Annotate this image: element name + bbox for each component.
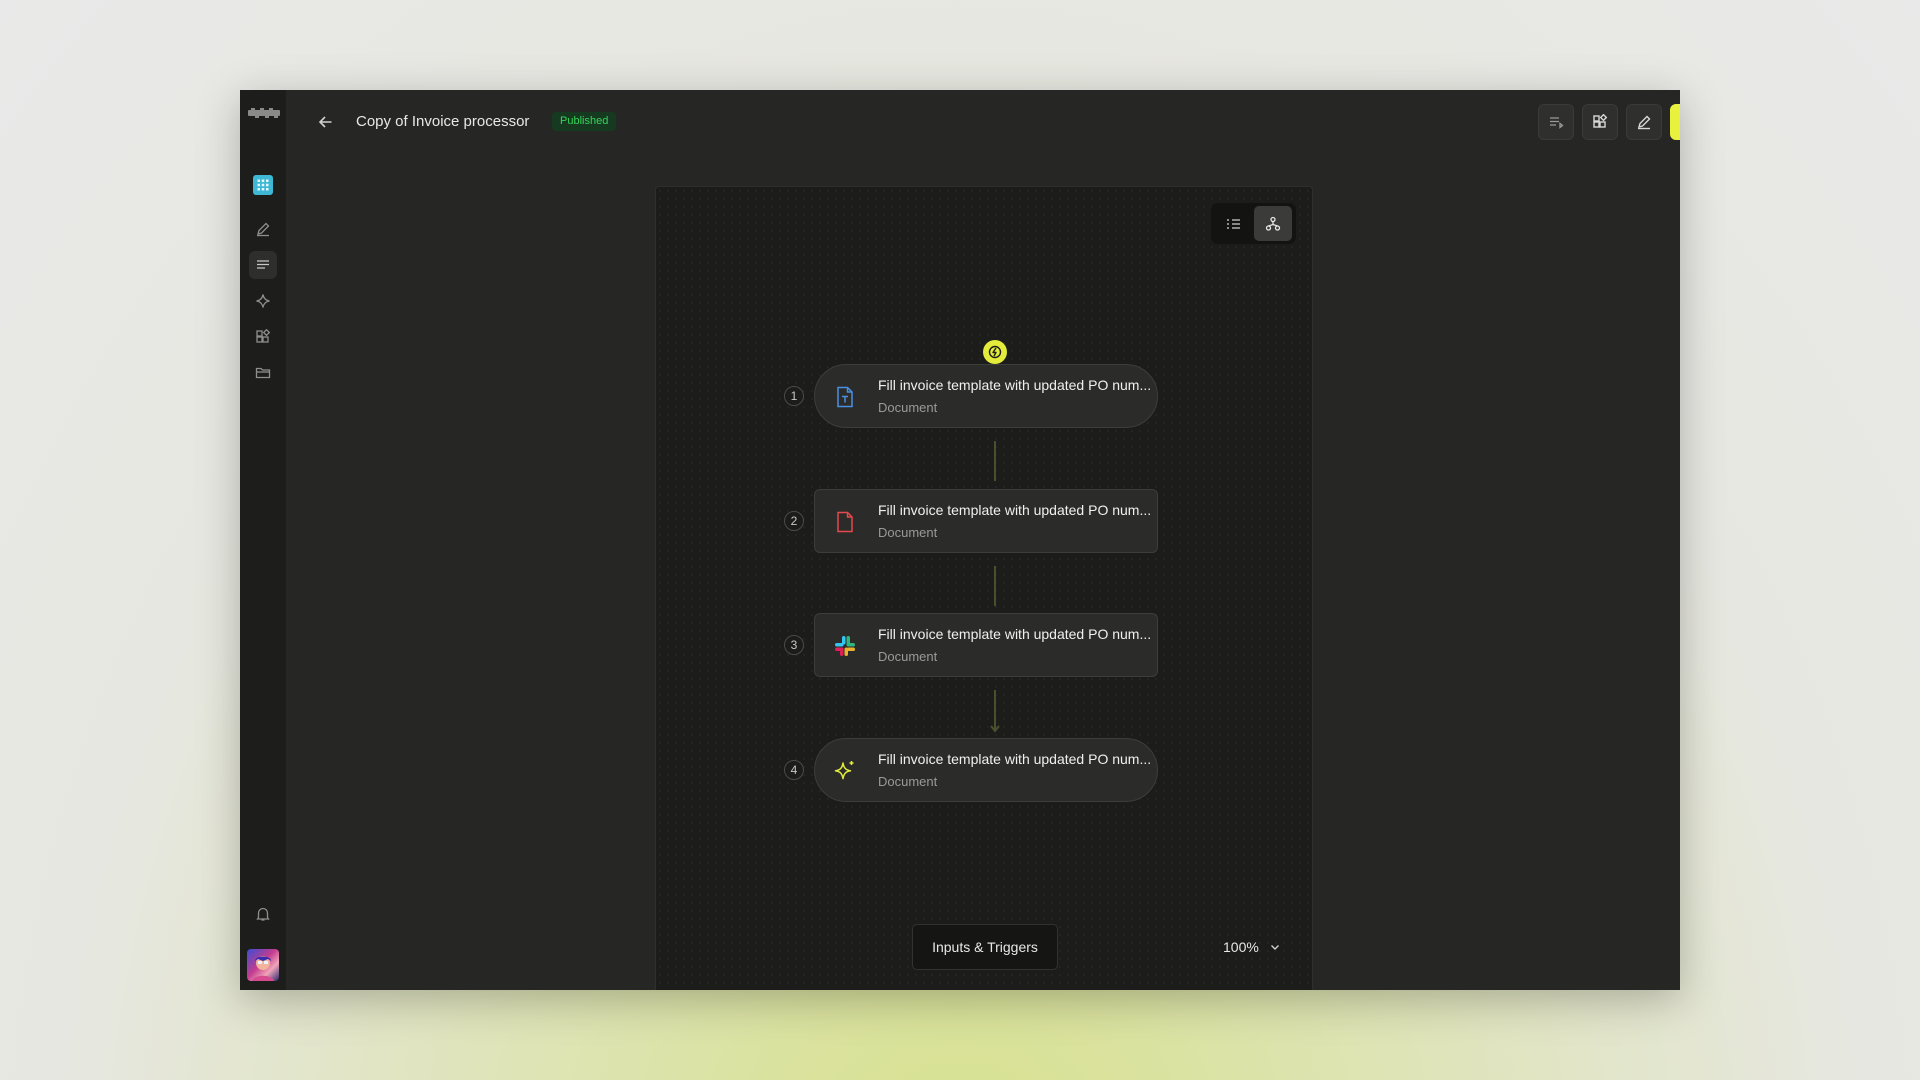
sidebar xyxy=(240,90,286,990)
logs-button[interactable] xyxy=(1538,104,1574,140)
step-title: Fill invoice template with updated PO nu… xyxy=(878,751,1152,767)
bell-icon xyxy=(256,907,270,921)
sparkle-icon xyxy=(256,294,270,308)
graph-view-button[interactable] xyxy=(1254,206,1292,241)
sidebar-item-list[interactable] xyxy=(249,251,277,279)
edit-button[interactable] xyxy=(1626,104,1662,140)
workflow-step-4[interactable]: Fill invoice template with updated PO nu… xyxy=(814,738,1158,802)
chevron-down-icon xyxy=(1270,945,1279,950)
step-title: Fill invoice template with updated PO nu… xyxy=(878,377,1152,393)
step-subtitle: Document xyxy=(878,400,938,415)
edit-icon xyxy=(1637,115,1651,130)
folder-icon xyxy=(255,367,271,379)
apps-button[interactable] xyxy=(1582,104,1618,140)
view-toggle xyxy=(1211,203,1296,244)
zoom-control[interactable]: 100% xyxy=(1223,935,1281,959)
avatar[interactable] xyxy=(247,949,279,981)
step-number: 4 xyxy=(784,760,804,780)
notifications-button[interactable] xyxy=(249,900,277,928)
inputs-triggers-button[interactable]: Inputs & Triggers xyxy=(912,924,1058,970)
step-title: Fill invoice template with updated PO nu… xyxy=(878,626,1152,642)
page-title: Copy of Invoice processor xyxy=(356,113,530,130)
step-subtitle: Document xyxy=(878,525,938,540)
lightning-icon xyxy=(988,345,1002,359)
apps-icon xyxy=(256,329,271,343)
pdf-file-icon xyxy=(837,511,853,533)
status-badge: Published xyxy=(552,112,617,131)
step-title: Fill invoice template with updated PO nu… xyxy=(878,502,1152,518)
ai-sparkle-icon xyxy=(834,761,854,780)
list-view-icon xyxy=(1227,218,1240,229)
step-number: 2 xyxy=(784,511,804,531)
logs-icon xyxy=(1550,117,1564,129)
logo-icon xyxy=(248,108,280,118)
workflow-canvas[interactable]: 1 Fill invoice template with updated PO … xyxy=(655,186,1313,990)
step-number: 1 xyxy=(784,386,804,406)
run-button[interactable] xyxy=(1670,104,1680,140)
document-text-icon xyxy=(837,386,853,408)
step-subtitle: Document xyxy=(878,774,938,789)
slack-icon xyxy=(835,636,855,656)
step-subtitle: Document xyxy=(878,649,938,664)
zoom-level: 100% xyxy=(1223,939,1259,955)
sidebar-item-edit[interactable] xyxy=(249,215,277,243)
grid-icon xyxy=(253,175,273,195)
pencil-icon xyxy=(257,222,270,237)
app-window: Copy of Invoice processor Published 1 Fi… xyxy=(240,90,1680,990)
sidebar-item-files[interactable] xyxy=(249,359,277,387)
avatar-image xyxy=(252,956,274,981)
connector-line xyxy=(994,441,996,481)
list-icon xyxy=(257,260,269,269)
workflow-step-3[interactable]: Fill invoice template with updated PO nu… xyxy=(814,613,1158,677)
connector-line xyxy=(994,566,996,606)
workflow-step-1[interactable]: Fill invoice template with updated PO nu… xyxy=(814,364,1158,428)
trigger-node[interactable] xyxy=(983,340,1007,364)
sidebar-item-apps[interactable] xyxy=(249,323,277,351)
connector-arrow xyxy=(990,690,1000,733)
workflow-step-2[interactable]: Fill invoice template with updated PO nu… xyxy=(814,489,1158,553)
sidebar-item-ai[interactable] xyxy=(249,287,277,315)
back-arrow-icon[interactable] xyxy=(316,112,336,132)
graph-view-icon xyxy=(1265,216,1281,231)
step-number: 3 xyxy=(784,635,804,655)
list-view-button[interactable] xyxy=(1215,206,1253,241)
apps-icon xyxy=(1593,114,1608,128)
header: Copy of Invoice processor Published xyxy=(286,90,1680,154)
sidebar-item-grid[interactable] xyxy=(249,171,277,199)
